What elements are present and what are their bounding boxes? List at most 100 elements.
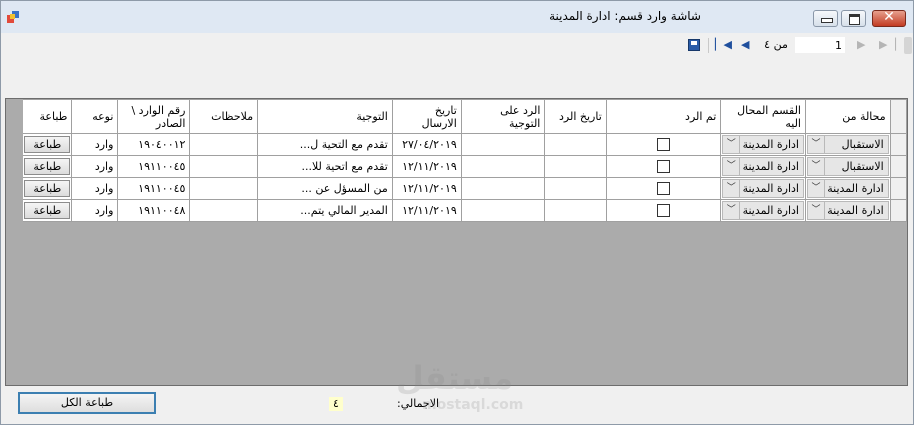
records-grid[interactable]: طباعة نوعه رقم الوارد \ الصادر ملاحظات ا…: [5, 98, 908, 386]
maximize-button[interactable]: [841, 10, 866, 27]
first-record-icon[interactable]: ▏◀: [715, 38, 732, 52]
type-cell[interactable]: وارد: [71, 199, 119, 222]
col-header-print[interactable]: طباعة: [22, 99, 73, 134]
replied-checkbox[interactable]: [657, 138, 671, 152]
row-header[interactable]: [889, 155, 907, 178]
type-cell[interactable]: وارد: [71, 133, 119, 156]
col-header-replied[interactable]: تم الرد: [605, 99, 722, 134]
reply-date-cell[interactable]: [544, 155, 607, 178]
chevron-down-icon[interactable]: ﹀: [807, 136, 825, 153]
send-date-cell[interactable]: ١٢/١١/٢٠١٩: [391, 177, 462, 200]
table-row[interactable]: طباعة وارد ١٩١١٠٠٤٥ تقدم مع اتحية للا...…: [6, 155, 907, 178]
col-header-notes[interactable]: ملاحظات: [189, 99, 259, 134]
window-title: شاشة وارد قسم: ادارة المدينة: [549, 9, 701, 23]
from-combo[interactable]: ادارة المدينة ﹀: [806, 201, 889, 220]
to-dept-combo[interactable]: ادارة المدينة ﹀: [722, 201, 804, 220]
print-button[interactable]: طباعة: [24, 202, 71, 219]
reply-date-cell[interactable]: [544, 177, 607, 200]
to-dept-combo[interactable]: ادارة المدينة ﹀: [722, 157, 804, 176]
col-header-to-dept[interactable]: القسم المحال اليه: [720, 99, 806, 134]
direction-cell[interactable]: تقدم مع التحية ل...: [257, 133, 393, 156]
binding-navigator: ▏◀ ◀ من ٤ ▶ ▶▕: [1, 33, 913, 58]
notes-cell[interactable]: [189, 133, 259, 156]
reply-date-cell[interactable]: [544, 133, 607, 156]
replied-checkbox[interactable]: [657, 160, 671, 174]
chevron-down-icon[interactable]: ﹀: [807, 158, 825, 175]
to-dept-cell: ادارة المدينة ﹀: [720, 133, 806, 156]
replied-checkbox[interactable]: [657, 182, 671, 196]
notes-cell[interactable]: [189, 199, 259, 222]
print-button[interactable]: طباعة: [24, 180, 71, 197]
chevron-down-icon[interactable]: ﹀: [723, 180, 741, 197]
print-button[interactable]: طباعة: [24, 136, 71, 153]
number-cell[interactable]: ١٩١١٠٠٤٨: [117, 199, 191, 222]
chevron-down-icon[interactable]: ﹀: [723, 202, 741, 219]
col-header-reply[interactable]: الرد على التوجية: [460, 99, 546, 134]
chevron-down-icon[interactable]: ﹀: [723, 158, 741, 175]
send-date-cell[interactable]: ١٢/١١/٢٠١٩: [391, 155, 462, 178]
col-header-send-date[interactable]: تاريخ الارسال: [391, 99, 462, 134]
print-button[interactable]: طباعة: [24, 158, 71, 175]
from-combo[interactable]: الاستقبال ﹀: [806, 157, 889, 176]
last-record-icon[interactable]: ▶▕: [879, 38, 896, 52]
number-cell[interactable]: ١٩١١٠٠٤٥: [117, 155, 191, 178]
to-dept-combo[interactable]: ادارة المدينة ﹀: [722, 135, 804, 154]
reply-cell[interactable]: [460, 133, 546, 156]
send-date-cell[interactable]: ١٢/١١/٢٠١٩: [391, 199, 462, 222]
notes-cell[interactable]: [189, 155, 259, 178]
row-spacer: [6, 155, 24, 178]
col-header-number[interactable]: رقم الوارد \ الصادر: [117, 99, 191, 134]
save-icon[interactable]: [688, 39, 700, 51]
row-spacer: [6, 133, 24, 156]
row-spacer: [6, 199, 24, 222]
type-cell[interactable]: وارد: [71, 155, 119, 178]
direction-cell[interactable]: تقدم مع اتحية للا...: [257, 155, 393, 178]
next-record-icon[interactable]: ▶: [857, 38, 865, 52]
table-row[interactable]: طباعة وارد ١٩١١٠٠٤٥ من المسؤل عن ... ١٢/…: [6, 177, 907, 200]
main-window: شاشة وارد قسم: ادارة المدينة ✕ ▏◀ ◀ من ٤…: [0, 0, 914, 425]
reply-cell[interactable]: [460, 177, 546, 200]
row-header[interactable]: [889, 133, 907, 156]
from-combo[interactable]: الاستقبال ﹀: [806, 135, 889, 154]
row-header[interactable]: [889, 199, 907, 222]
toolbar-overflow-grip[interactable]: [904, 37, 912, 54]
reply-cell[interactable]: [460, 155, 546, 178]
from-combo[interactable]: ادارة المدينة ﹀: [806, 179, 889, 198]
col-header-from[interactable]: محالة من: [804, 99, 891, 134]
close-button[interactable]: ✕: [872, 9, 906, 27]
from-cell: ادارة المدينة ﹀: [804, 199, 891, 222]
col-header-reply-date[interactable]: تاريخ الرد: [544, 99, 607, 134]
to-dept-value: ادارة المدينة: [742, 182, 799, 195]
table-row[interactable]: طباعة وارد ١٩٠٤٠٠١٢ تقدم مع التحية ل... …: [6, 133, 907, 156]
direction-cell[interactable]: المدير المالي يتم...: [257, 199, 393, 222]
type-cell[interactable]: وارد: [71, 177, 119, 200]
reply-cell[interactable]: [460, 199, 546, 222]
chevron-down-icon[interactable]: ﹀: [807, 180, 825, 197]
print-cell: طباعة: [22, 177, 73, 200]
chevron-down-icon[interactable]: ﹀: [723, 136, 741, 153]
print-all-button[interactable]: طباعة الكل: [18, 392, 156, 414]
previous-record-icon[interactable]: ◀: [741, 38, 749, 52]
record-count-label: من ٤: [764, 38, 788, 51]
table-row[interactable]: طباعة وارد ١٩١١٠٠٤٨ المدير المالي يتم...…: [6, 199, 907, 222]
reply-date-cell[interactable]: [544, 199, 607, 222]
from-value: الاستقبال: [841, 138, 884, 151]
col-header-direction[interactable]: التوجية: [257, 99, 393, 134]
row-header[interactable]: [889, 177, 907, 200]
from-value: ادارة المدينة: [827, 182, 884, 195]
number-cell[interactable]: ١٩٠٤٠٠١٢: [117, 133, 191, 156]
minimize-button[interactable]: [813, 10, 838, 27]
number-cell[interactable]: ١٩١١٠٠٤٥: [117, 177, 191, 200]
chevron-down-icon[interactable]: ﹀: [807, 202, 825, 219]
app-icon: [7, 11, 19, 23]
replied-cell: [605, 199, 722, 222]
replied-cell: [605, 177, 722, 200]
row-spacer: [6, 177, 24, 200]
direction-cell[interactable]: من المسؤل عن ...: [257, 177, 393, 200]
send-date-cell[interactable]: ٢٧/٠٤/٢٠١٩: [391, 133, 462, 156]
notes-cell[interactable]: [189, 177, 259, 200]
to-dept-combo[interactable]: ادارة المدينة ﹀: [722, 179, 804, 198]
replied-checkbox[interactable]: [657, 204, 671, 218]
record-position-input[interactable]: [795, 37, 845, 53]
col-header-type[interactable]: نوعه: [71, 99, 119, 134]
